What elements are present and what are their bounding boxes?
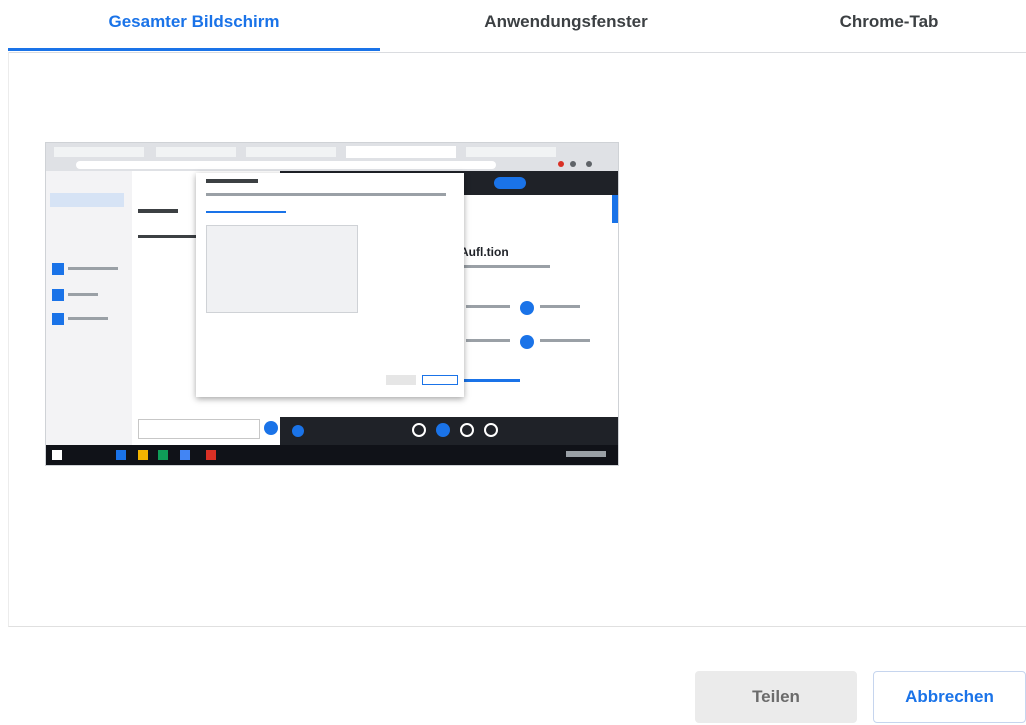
star-icon	[570, 161, 576, 167]
browser-tab	[156, 147, 236, 157]
feature-icon	[520, 301, 534, 315]
content-text-line	[460, 265, 550, 268]
sidebar-selected-item	[50, 193, 124, 207]
taskbar-app-icon	[206, 450, 216, 460]
sidebar-app-icon	[52, 263, 64, 275]
sidebar-app-icon	[52, 313, 64, 325]
list-text-line	[138, 235, 198, 238]
screen-thumbnail[interactable]: Aufl.tion	[45, 142, 619, 466]
browser-tab-active	[346, 146, 456, 158]
nested-dialog-title-line	[206, 179, 258, 183]
list-text-line	[138, 209, 178, 213]
browser-tab	[466, 147, 556, 157]
share-screen-icon	[436, 423, 450, 437]
taskbar-app-icon	[158, 450, 168, 460]
tab-application-window[interactable]: Anwendungsfenster	[380, 0, 752, 52]
sidebar-app-icon	[52, 289, 64, 301]
content-text-line	[540, 305, 580, 308]
source-tabs: Gesamter Bildschirm Anwendungsfenster Ch…	[8, 0, 1026, 53]
sidebar-text-line	[68, 293, 98, 296]
app-sidebar	[46, 171, 132, 445]
share-button[interactable]: Teilen	[695, 671, 857, 723]
header-pill-button	[494, 177, 526, 189]
windows-start-icon	[52, 450, 62, 460]
sidebar-text-line	[68, 267, 118, 270]
tab-chrome-tab[interactable]: Chrome-Tab	[752, 0, 1026, 52]
content-text-line	[466, 339, 510, 342]
tab-entire-screen[interactable]: Gesamter Bildschirm	[8, 0, 380, 52]
content-heading: Aufl.tion	[460, 245, 509, 259]
nested-dialog-tab-indicator	[206, 211, 286, 213]
end-call-icon	[484, 423, 498, 437]
cancel-button[interactable]: Abbrechen	[873, 671, 1026, 723]
taskbar-clock	[566, 451, 606, 457]
address-bar	[76, 161, 496, 169]
taskbar-app-icon	[116, 450, 126, 460]
browser-tab	[246, 147, 336, 157]
taskbar-app-icon	[138, 450, 148, 460]
browser-tab	[54, 147, 144, 157]
nested-thumbnail	[206, 225, 358, 313]
video-icon	[460, 423, 474, 437]
active-tab-indicator	[8, 48, 380, 51]
content-text-line	[466, 305, 510, 308]
nested-dialog-text-line	[206, 193, 446, 196]
chat-input	[138, 419, 260, 439]
nested-share-button	[386, 375, 416, 385]
windows-taskbar	[46, 445, 618, 465]
send-icon	[264, 421, 278, 435]
content-text-line	[540, 339, 590, 342]
taskbar-app-icon	[180, 450, 190, 460]
sidebar-text-line	[68, 317, 108, 320]
content-accent-bar	[612, 195, 618, 223]
call-info-icon	[292, 425, 304, 437]
record-icon	[558, 161, 564, 167]
nested-cancel-button	[422, 375, 458, 385]
feature-icon	[520, 335, 534, 349]
profile-icon	[586, 161, 592, 167]
mute-icon	[412, 423, 426, 437]
content-link	[464, 379, 520, 382]
